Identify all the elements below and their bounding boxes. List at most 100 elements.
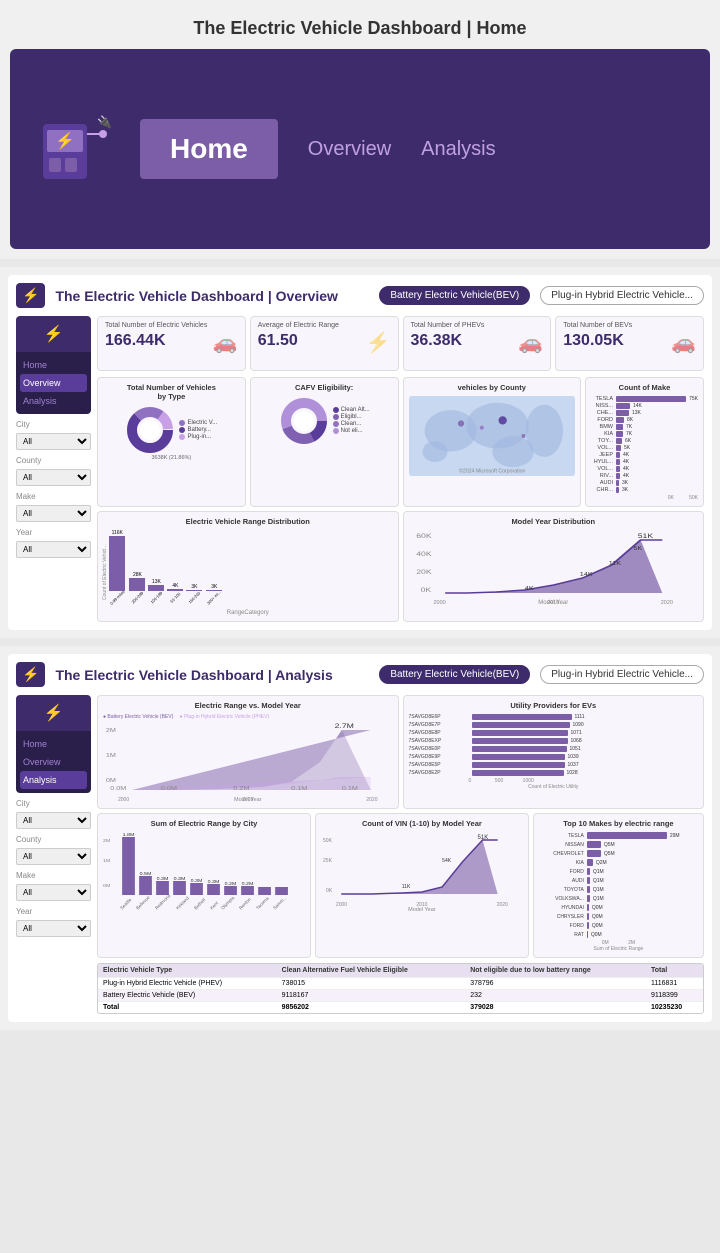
svg-text:40K: 40K xyxy=(416,550,431,557)
home-title: The Electric Vehicle Dashboard | Home xyxy=(10,10,710,49)
make-filter-select[interactable]: All xyxy=(16,505,91,522)
make-row-vol: VOL... 5K xyxy=(591,445,698,451)
county-filter-select[interactable]: All xyxy=(16,469,91,486)
bev-filter-btn[interactable]: Battery Electric Vehicle(BEV) xyxy=(379,286,530,305)
utility-providers-title: Utility Providers for EVs xyxy=(409,701,699,710)
legend-clean: Clean... xyxy=(333,421,370,427)
analysis-row-2: Sum of Electric Range by City 2M 1M 0M 1… xyxy=(97,813,704,958)
svg-text:2.7M: 2.7M xyxy=(335,722,354,729)
make-row-hyundai: HYUNDAI Q0M xyxy=(539,904,698,911)
range-x-label: RangeCategory xyxy=(103,610,393,616)
kpi-bolt-icon: ⚡ xyxy=(366,330,391,355)
overview-panel: ⚡ The Electric Vehicle Dashboard | Overv… xyxy=(8,275,712,630)
make-row-ford-3: FORD Q0M xyxy=(539,922,698,929)
make-row-kia: KIA 7K xyxy=(591,431,698,437)
sidebar-item-home[interactable]: Home xyxy=(20,356,87,374)
svg-text:2M: 2M xyxy=(103,838,110,844)
analysis-bev-filter[interactable]: Battery Electric Vehicle(BEV) xyxy=(379,665,530,684)
makes-xlabel: Sum of Electric Range xyxy=(539,946,698,952)
ev-station-icon: ⚡ 🔌 xyxy=(30,109,120,189)
svg-text:0.0M: 0.0M xyxy=(161,786,177,792)
kpi-car-icon-2: 🚗 xyxy=(518,330,543,355)
sidebar-filter-city: City All xyxy=(16,420,91,450)
svg-text:0.3M: 0.3M xyxy=(191,878,203,884)
make-row-hyul: HYUL... 4K xyxy=(591,459,698,465)
overview-header-icon: ⚡ xyxy=(22,287,39,304)
analysis-phev-filter[interactable]: Plug-in Hybrid Electric Vehicle... xyxy=(540,665,704,684)
phev-filter-btn[interactable]: Plug-in Hybrid Electric Vehicle... xyxy=(540,286,704,305)
analysis-city-select[interactable]: All xyxy=(16,812,91,829)
svg-text:0K: 0K xyxy=(420,586,431,593)
city-filter-label: City xyxy=(16,420,91,429)
analysis-year-select[interactable]: All xyxy=(16,920,91,937)
analysis-make-select[interactable]: All xyxy=(16,884,91,901)
utility-row-1: 7SAVGD8E6P 1111 xyxy=(409,714,699,720)
analysis-header-icon: ⚡ xyxy=(22,666,39,683)
make-hbar-chart: TESLA 75K NISS... 14K CHE... xyxy=(591,396,698,493)
analysis-nav-link[interactable]: Analysis xyxy=(421,138,495,161)
ry-2020: 2020 xyxy=(366,797,377,803)
make-label-tesla: TESLA xyxy=(591,396,613,402)
home-button[interactable]: Home xyxy=(140,119,278,179)
svg-text:20K: 20K xyxy=(416,568,431,575)
make-row-vw: VOLKSWA... Q1M xyxy=(539,895,698,902)
sidebar-item-analysis[interactable]: Analysis xyxy=(20,392,87,410)
svg-text:0.1M: 0.1M xyxy=(291,786,307,792)
analysis-title: The Electric Vehicle Dashboard | Analysi… xyxy=(55,667,369,683)
range-year-area: 2M 1M 0M 2.7M 0.0 xyxy=(103,722,393,797)
make-row-tesla: TESLA 75K xyxy=(591,396,698,402)
make-row-jeep: JEEP 4K xyxy=(591,452,698,458)
overview-nav-link[interactable]: Overview xyxy=(308,138,391,161)
svg-text:2M: 2M xyxy=(106,728,116,734)
make-axis-label: 0K 50K xyxy=(591,495,698,501)
svg-text:0.0M: 0.0M xyxy=(110,786,126,792)
kpi-car-icon-3: 🚗 xyxy=(671,330,696,355)
svg-text:©2024 Microsoft Corporation: ©2024 Microsoft Corporation xyxy=(459,467,526,474)
svg-text:25K: 25K xyxy=(323,858,333,864)
year-2010: 2010 xyxy=(547,600,559,606)
county-map-svg: ©2024 Microsoft Corporation xyxy=(409,396,576,476)
range-by-city-title: Sum of Electric Range by City xyxy=(103,819,305,828)
svg-text:0.2M: 0.2M xyxy=(242,881,254,887)
svg-text:51K: 51K xyxy=(637,532,652,539)
total-total: 10235230 xyxy=(646,1002,703,1014)
svg-text:0.3M: 0.3M xyxy=(208,879,220,885)
analysis-county-select[interactable]: All xyxy=(16,848,91,865)
analysis-sidebar-overview[interactable]: Overview xyxy=(20,753,87,771)
utility-providers-chart: Utility Providers for EVs 7SAVGD8E6P 111… xyxy=(403,695,705,809)
range-bar-4 xyxy=(167,589,183,591)
total-type: Total xyxy=(98,1002,277,1014)
svg-text:0.3M: 0.3M xyxy=(174,876,186,882)
make-row-niss: NISS... 14K xyxy=(591,403,698,409)
kpi-row: Total Number of Electric Vehicles 🚗 166.… xyxy=(97,316,704,371)
kpi-avg-range: Average of Electric Range ⚡ 61.50 xyxy=(250,316,399,371)
top10-makes-title: Top 10 Makes by electric range xyxy=(539,819,698,828)
year-filter-select[interactable]: All xyxy=(16,541,91,558)
col-not-eligible: Not eligible due to low battery range xyxy=(465,964,646,978)
utility-bar-1 xyxy=(472,714,572,720)
svg-text:0M: 0M xyxy=(106,778,116,784)
overview-section: ⚡ The Electric Vehicle Dashboard | Overv… xyxy=(0,267,720,638)
table-row-total: Total 9856202 379028 10235230 xyxy=(98,1002,703,1014)
legend-bev: ● Battery Electric Vehicle (BEV) xyxy=(103,714,173,720)
range-by-city-chart: Sum of Electric Range by City 2M 1M 0M 1… xyxy=(97,813,311,958)
legend-electric: Electric V... xyxy=(179,420,217,426)
range-vs-year-chart: Electric Range vs. Model Year ● Battery … xyxy=(97,695,399,809)
analysis-sidebar-analysis[interactable]: Analysis xyxy=(20,771,87,789)
utility-row-4: 7SAVGD8EXP 1068 xyxy=(409,738,699,744)
city-filter-select[interactable]: All xyxy=(16,433,91,450)
cafv-title: CAFV Eligibility: xyxy=(256,383,393,392)
table-body: Plug-in Hybrid Electric Vehicle (PHEV) 7… xyxy=(98,978,703,1014)
table-head: Electric Vehicle Type Clean Alternative … xyxy=(98,964,703,978)
range-bar-2 xyxy=(129,578,145,591)
kpi-car-icon-1: 🚗 xyxy=(213,330,238,355)
vin-model-year-chart: Count of VIN (1-10) by Model Year 50K 25… xyxy=(315,813,529,958)
sidebar-item-overview[interactable]: Overview xyxy=(20,374,87,392)
kpi-avg-range-label: Average of Electric Range xyxy=(258,322,391,330)
makes-hbar: TESLA 29M NISSAN Q5M CHEVROLET xyxy=(539,832,698,938)
legend-phev: ● Plug-in Hybrid Electric Vehicle (PHEV) xyxy=(180,714,269,720)
analysis-sidebar-home[interactable]: Home xyxy=(20,735,87,753)
utility-row-5: 7SAVGD8E0P 1051 xyxy=(409,746,699,752)
svg-text:0.1M: 0.1M xyxy=(342,786,358,792)
sidebar: ⚡ Home Overview Analysis City All County xyxy=(16,316,91,622)
